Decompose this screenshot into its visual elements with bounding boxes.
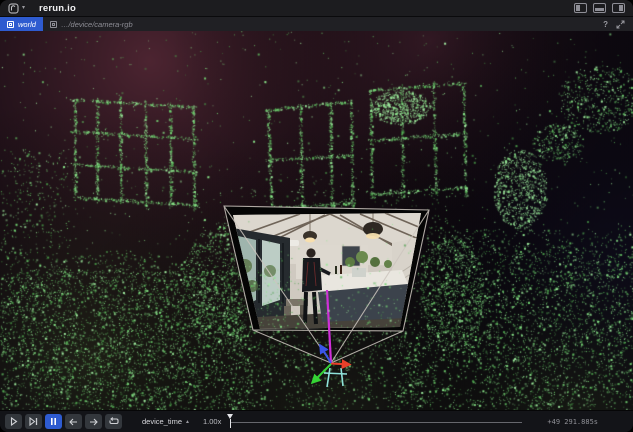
step-back-button[interactable] xyxy=(65,414,82,429)
follow-button[interactable] xyxy=(25,414,42,429)
play-button[interactable] xyxy=(5,414,22,429)
app-menu-button[interactable]: ▾ xyxy=(8,3,25,14)
chevron-down-icon: ▾ xyxy=(22,5,25,11)
tab-world[interactable]: world xyxy=(0,17,43,31)
top-bar: ▾ rerun.io xyxy=(0,0,633,17)
2d-space-view-icon xyxy=(50,21,57,28)
step-forward-button[interactable] xyxy=(85,414,102,429)
rerun-logo-icon xyxy=(8,3,19,14)
tab-bar: world …/device/camera-rgb ? xyxy=(0,17,633,31)
tab-world-label: world xyxy=(18,20,36,29)
3d-space-view-icon xyxy=(7,21,14,28)
camera-pose-marker xyxy=(324,368,347,387)
help-button[interactable]: ? xyxy=(603,20,608,29)
playback-bar: device_time ▲ 1.00x +49 291.885s xyxy=(0,410,633,432)
rerun-viewer-window: ▾ rerun.io world …/device/camera-rgb ? xyxy=(0,0,633,432)
timeline-track[interactable]: +49 291.885s xyxy=(227,411,628,432)
expand-fullscreen-icon[interactable] xyxy=(616,20,625,29)
timeline-selector[interactable]: device_time xyxy=(142,417,182,426)
camera-frustum-overlay xyxy=(0,31,633,410)
x-axis-arrow xyxy=(331,364,350,365)
current-time: +49 291.885s xyxy=(547,418,598,426)
pause-button[interactable] xyxy=(45,414,62,429)
loop-button[interactable] xyxy=(105,414,122,429)
toggle-bottom-panel-icon[interactable] xyxy=(593,3,606,13)
toggle-left-panel-icon[interactable] xyxy=(574,3,587,13)
playhead-marker[interactable] xyxy=(227,414,234,430)
tab-camera-rgb-label: …/device/camera-rgb xyxy=(61,20,133,29)
playback-speed[interactable]: 1.00x xyxy=(203,417,221,426)
3d-viewport[interactable] xyxy=(0,31,633,410)
toggle-right-panel-icon[interactable] xyxy=(612,3,625,13)
timeline-line xyxy=(231,422,522,423)
tab-camera-rgb[interactable]: …/device/camera-rgb xyxy=(43,17,140,31)
app-title: rerun.io xyxy=(39,3,76,14)
timeline-caret-icon[interactable]: ▲ xyxy=(185,419,190,425)
